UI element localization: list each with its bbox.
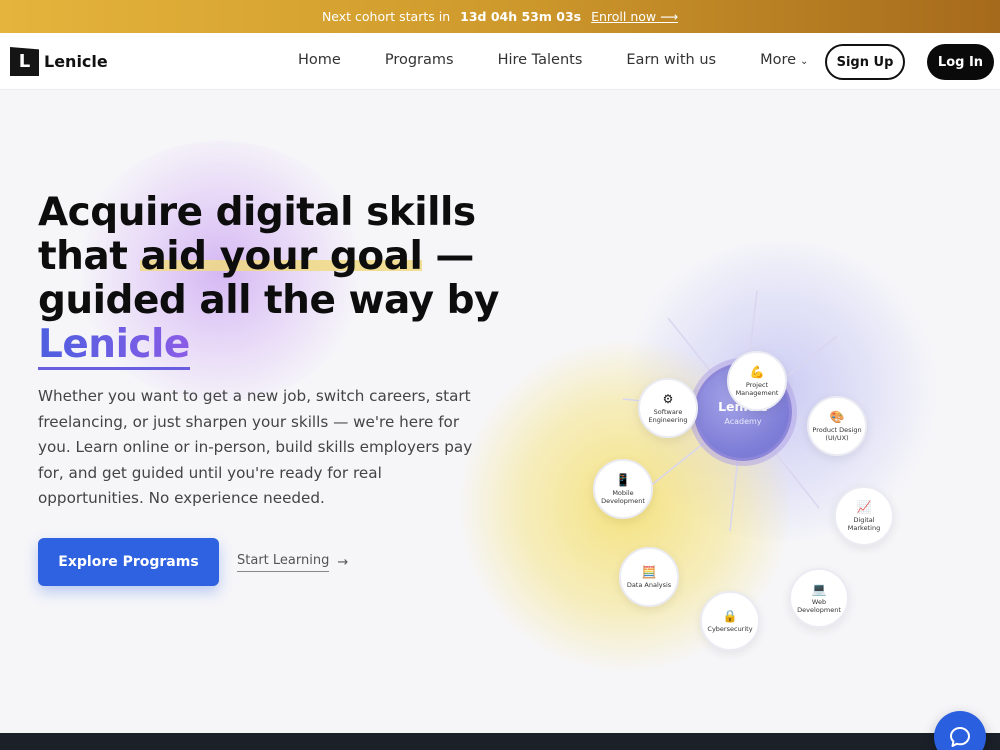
node-label: Product Design (UI/UX) — [812, 426, 862, 442]
nav-hire-talents[interactable]: Hire Talents — [498, 52, 583, 68]
flexed-arm-icon: 💪 — [749, 365, 765, 379]
center-subtitle: Academy — [724, 416, 762, 426]
logo-mark-icon: L — [10, 47, 39, 76]
start-learning-label: Start Learning — [237, 553, 330, 572]
nav-home[interactable]: Home — [298, 52, 341, 68]
headline-highlight: aid your goal — [140, 234, 423, 279]
headline-line-3: guided all the way by — [38, 278, 499, 323]
node-product-design[interactable]: 🎨 Product Design (UI/UX) — [807, 396, 867, 456]
headline-brand: Lenicle — [38, 322, 190, 370]
nav-programs[interactable]: Programs — [385, 52, 454, 68]
node-project-management[interactable]: 💪 Project Management — [727, 351, 787, 411]
enroll-now-link[interactable]: Enroll now ⟶ — [591, 9, 678, 24]
footer-strip — [0, 733, 1000, 750]
node-software-engineering[interactable]: ⚙ Software Engineering — [638, 378, 698, 438]
node-label: Software Engineering — [648, 408, 688, 424]
logo-text: Lenicle — [44, 52, 108, 71]
node-label: Web Development — [797, 598, 841, 614]
chat-bubble-icon — [950, 727, 970, 747]
lock-icon: 🔒 — [722, 609, 738, 623]
hero-headline: Acquire digital skills that aid your goa… — [38, 190, 499, 370]
banner-prefix: Next cohort starts in — [321, 9, 451, 24]
nav-more-label: More — [760, 52, 797, 68]
headline-line-2: that aid your goal — — [38, 234, 498, 279]
nav-links: Home Programs Hire Talents Earn with us … — [298, 52, 808, 68]
log-in-button[interactable]: Log In — [927, 44, 994, 80]
countdown-timer: 13d 04h 53m 03s — [460, 9, 582, 24]
hero-subtext: Whether you want to get a new job, switc… — [38, 387, 473, 507]
laptop-icon: 💻 — [811, 582, 827, 596]
nav-more[interactable]: More ⌄ — [760, 52, 808, 68]
node-label: Data Analysis — [626, 581, 672, 589]
abacus-icon: 🧮 — [641, 565, 657, 579]
arrow-right-icon: → — [337, 555, 349, 570]
explore-programs-button[interactable]: Explore Programs — [38, 538, 219, 586]
announcement-banner: Next cohort starts in 13d 04h 53m 03s En… — [0, 0, 1000, 33]
node-digital-marketing[interactable]: 📈 Digital Marketing — [834, 486, 894, 546]
chevron-down-icon: ⌄ — [800, 56, 809, 67]
programs-network: Lenicle Academy ⚙ Software Engineering 💪… — [560, 251, 940, 651]
top-navigation: L Lenicle Home Programs Hire Talents Ear… — [0, 33, 1000, 90]
node-mobile-development[interactable]: 📱 Mobile Development — [593, 459, 653, 519]
node-web-development[interactable]: 💻 Web Development — [789, 568, 849, 628]
node-cybersecurity[interactable]: 🔒 Cybersecurity — [700, 591, 760, 651]
headline-line-2-end: — — [422, 234, 474, 279]
node-data-analysis[interactable]: 🧮 Data Analysis — [619, 547, 679, 607]
chart-increasing-icon: 📈 — [856, 500, 872, 514]
sign-up-button[interactable]: Sign Up — [825, 44, 905, 80]
start-learning-link[interactable]: Start Learning → — [237, 553, 348, 572]
headline-line-2-start: that — [38, 234, 141, 279]
headline-line-4: Lenicle — [38, 322, 498, 370]
mobile-phone-icon: 📱 — [615, 473, 631, 487]
node-label: Project Management — [735, 381, 779, 397]
palette-icon: 🎨 — [829, 410, 845, 424]
headline-line-1: Acquire digital skills — [38, 190, 476, 235]
logo[interactable]: L Lenicle — [10, 47, 108, 76]
nav-earn-with-us[interactable]: Earn with us — [626, 52, 716, 68]
hero-section: Acquire digital skills that aid your goa… — [0, 91, 1000, 733]
node-label: Mobile Development — [601, 489, 645, 505]
gear-icon: ⚙ — [662, 392, 674, 406]
node-label: Cybersecurity — [707, 625, 753, 633]
node-label: Digital Marketing — [847, 516, 881, 532]
